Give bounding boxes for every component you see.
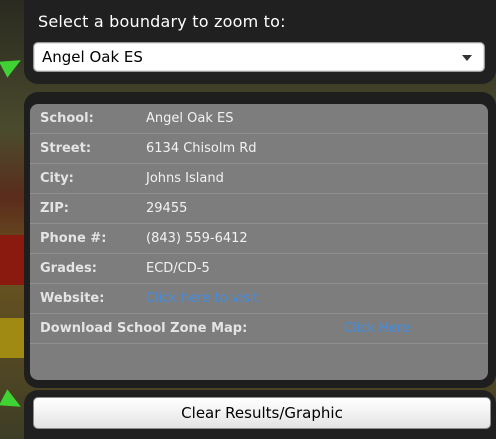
boundary-select-panel: Select a boundary to zoom to: Angel Oak …: [24, 0, 496, 84]
boundary-dropdown[interactable]: Angel Oak ES: [33, 42, 485, 72]
chevron-down-icon[interactable]: [462, 55, 472, 61]
info-label: City:: [40, 171, 74, 186]
dropdown-selected-value: Angel Oak ES: [42, 48, 143, 66]
info-row-phone: Phone #: (843) 559-6412: [30, 224, 488, 254]
school-info-panel: School: Angel Oak ES Street: 6134 Chisol…: [24, 92, 496, 388]
info-row-street: Street: 6134 Chisolm Rd: [30, 134, 488, 164]
info-label: ZIP:: [40, 201, 69, 216]
school-info-table: School: Angel Oak ES Street: 6134 Chisol…: [30, 104, 488, 380]
info-row-zip: ZIP: 29455: [30, 194, 488, 224]
info-label: Phone #:: [40, 231, 107, 246]
info-value: 29455: [146, 201, 188, 216]
info-value: 6134 Chisolm Rd: [146, 141, 257, 156]
select-title: Select a boundary to zoom to:: [38, 12, 286, 31]
info-value: ECD/CD-5: [146, 261, 210, 276]
info-label: Download School Zone Map:: [40, 321, 248, 336]
info-value: Johns Island: [146, 171, 224, 186]
download-map-link[interactable]: Click Here: [344, 321, 410, 336]
info-row-school: School: Angel Oak ES: [30, 104, 488, 134]
info-value: Angel Oak ES: [146, 111, 234, 126]
action-panel: Clear Results/Graphic: [24, 390, 496, 439]
info-row-grades: Grades: ECD/CD-5: [30, 254, 488, 284]
info-label: Website:: [40, 291, 105, 306]
info-row-download: Download School Zone Map: Click Here: [30, 314, 488, 344]
website-link[interactable]: Click here to visit: [146, 291, 259, 306]
info-value: (843) 559-6412: [146, 231, 248, 246]
info-row-website: Website: Click here to visit: [30, 284, 488, 314]
info-label: Grades:: [40, 261, 97, 276]
info-label: Street:: [40, 141, 92, 156]
info-row-city: City: Johns Island: [30, 164, 488, 194]
clear-results-button[interactable]: Clear Results/Graphic: [33, 397, 491, 429]
info-label: School:: [40, 111, 94, 126]
